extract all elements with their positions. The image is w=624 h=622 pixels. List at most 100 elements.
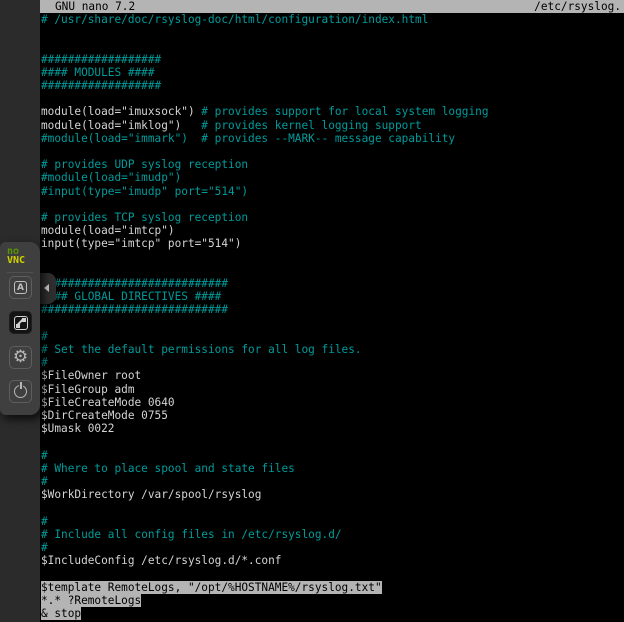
comment-text: #### MODULES ####: [41, 66, 155, 79]
comment-text: #### GLOBAL DIRECTIVES ####: [41, 290, 221, 303]
editor-line: $IncludeConfig /etc/rsyslog.d/*.conf: [41, 554, 624, 567]
novnc-logo: no VNC: [0, 242, 40, 265]
config-text: $FileCreateMode 0640: [41, 396, 175, 409]
control-bar-handle[interactable]: [40, 273, 56, 304]
editor-line: #input(type="imudp" port="514"): [41, 185, 624, 198]
comment-text: ############################: [41, 303, 228, 316]
nano-filename: /etc/rsyslog.: [534, 0, 621, 13]
gear-icon: ⚙: [13, 349, 28, 366]
editor-line: # Where to place spool and state files: [41, 462, 624, 475]
editor-buffer[interactable]: # /usr/share/doc/rsyslog-doc/html/config…: [40, 13, 624, 620]
comment-text: # /usr/share/doc/rsyslog-doc/html/config…: [41, 13, 428, 26]
editor-line: # Set the default permissions for all lo…: [41, 343, 624, 356]
comment-text: # Set the default permissions for all lo…: [41, 343, 362, 356]
selected-text: $template RemoteLogs, "/opt/%HOSTNAME%/r…: [41, 581, 382, 594]
comment-text: #: [41, 541, 48, 554]
fullscreen-icon-diagonal: [17, 319, 24, 326]
editor-line: #module(load="immark") # provides --MARK…: [41, 132, 624, 145]
editor-line: #: [41, 449, 624, 462]
comment-text: # provides UDP syslog reception: [41, 158, 248, 171]
editor-line: #: [41, 330, 624, 343]
editor-line: [41, 145, 624, 158]
config-text: $IncludeConfig /etc/rsyslog.d/*.conf: [41, 554, 281, 567]
editor-line: ############################: [41, 303, 624, 316]
editor-line: module(load="imklog") # provides kernel …: [41, 119, 624, 132]
comment-text: #: [41, 330, 48, 343]
editor-line: input(type="imtcp" port="514"): [41, 237, 624, 250]
editor-line: $DirCreateMode 0755: [41, 409, 624, 422]
comment-text: ##################: [41, 79, 161, 92]
editor-line: # Include all config files in /etc/rsysl…: [41, 528, 624, 541]
novnc-control-bar: no VNC A ⚙: [0, 242, 40, 415]
comment-text: #input(type="imudp" port="514"): [41, 185, 248, 198]
comment-text: # provides support for local system logg…: [201, 105, 488, 118]
editor-line: [41, 39, 624, 52]
editor-line: & stop: [41, 607, 624, 620]
power-icon: [14, 385, 27, 398]
editor-line: $FileGroup adm: [41, 383, 624, 396]
comment-text: # provides TCP syslog reception: [41, 211, 248, 224]
terminal-window[interactable]: GNU nano 7.2 /etc/rsyslog. # /usr/share/…: [40, 0, 624, 622]
config-text: $WorkDirectory /var/spool/rsyslog: [41, 488, 261, 501]
comment-text: #: [41, 449, 48, 462]
config-text: input(type="imtcp" port="514"): [41, 237, 241, 250]
config-text: $FileOwner root: [41, 369, 141, 382]
panel-divider: [7, 272, 33, 273]
editor-line: [41, 436, 624, 449]
config-text: $Umask 0022: [41, 422, 114, 435]
disconnect-button[interactable]: [9, 380, 32, 403]
selected-text: & stop: [41, 607, 81, 620]
comment-text: #module(load="imudp"): [41, 171, 181, 184]
extra-keys-button[interactable]: A: [9, 276, 32, 299]
config-text: module(load="imuxsock"): [41, 105, 201, 118]
nano-version: GNU nano 7.2: [55, 0, 135, 13]
editor-line: #: [41, 541, 624, 554]
editor-line: $WorkDirectory /var/spool/rsyslog: [41, 488, 624, 501]
editor-line: ##################: [41, 79, 624, 92]
comment-text: # Include all config files in /etc/rsysl…: [41, 528, 342, 541]
editor-line: # provides UDP syslog reception: [41, 158, 624, 171]
editor-line: [41, 26, 624, 39]
config-text: $FileGroup adm: [41, 383, 135, 396]
comment-text: # provides kernel logging support: [201, 119, 421, 132]
settings-button[interactable]: ⚙: [9, 346, 32, 369]
fullscreen-icon: [14, 316, 28, 330]
editor-line: #: [41, 356, 624, 369]
editor-line: $template RemoteLogs, "/opt/%HOSTNAME%/r…: [41, 581, 624, 594]
editor-line: #### GLOBAL DIRECTIVES ####: [41, 290, 624, 303]
editor-line: module(load="imuxsock") # provides suppo…: [41, 105, 624, 118]
comment-text: # Where to place spool and state files: [41, 462, 295, 475]
comment-text: ############################: [41, 277, 228, 290]
keyboard-a-icon: A: [14, 281, 27, 294]
comment-text: ##################: [41, 53, 161, 66]
editor-line: [41, 251, 624, 264]
editor-line: # /usr/share/doc/rsyslog-doc/html/config…: [41, 13, 624, 26]
editor-line: [41, 317, 624, 330]
editor-line: #: [41, 475, 624, 488]
fullscreen-button[interactable]: [9, 311, 32, 334]
comment-text: #: [41, 475, 48, 488]
editor-line: #module(load="imudp"): [41, 171, 624, 184]
editor-line: #: [41, 515, 624, 528]
editor-line: *.* ?RemoteLogs: [41, 594, 624, 607]
editor-line: [41, 92, 624, 105]
editor-line: [41, 264, 624, 277]
comment-text: #: [41, 356, 48, 369]
config-text: module(load="imtcp"): [41, 224, 175, 237]
selected-text: *.* ?RemoteLogs: [41, 594, 141, 607]
config-text: module(load="imklog"): [41, 119, 201, 132]
editor-line: module(load="imtcp"): [41, 224, 624, 237]
editor-line: [41, 198, 624, 211]
editor-line: ############################: [41, 277, 624, 290]
nano-titlebar: GNU nano 7.2 /etc/rsyslog.: [40, 0, 624, 13]
editor-line: [41, 502, 624, 515]
editor-line: # provides TCP syslog reception: [41, 211, 624, 224]
comment-text: #: [41, 515, 48, 528]
editor-line: #### MODULES ####: [41, 66, 624, 79]
config-text: $DirCreateMode 0755: [41, 409, 168, 422]
editor-line: $FileOwner root: [41, 369, 624, 382]
novnc-logo-vnc: VNC: [7, 256, 40, 265]
editor-line: $Umask 0022: [41, 422, 624, 435]
editor-line: $FileCreateMode 0640: [41, 396, 624, 409]
editor-line: [41, 568, 624, 581]
